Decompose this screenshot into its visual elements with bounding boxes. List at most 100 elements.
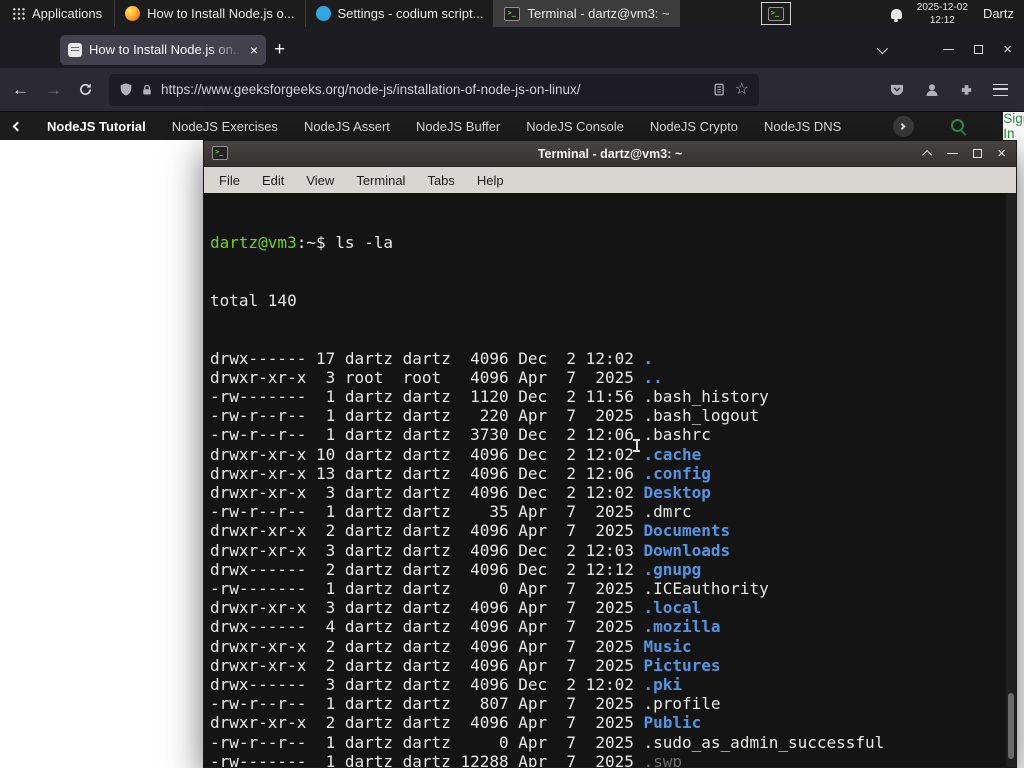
terminal-listing-line: -rw------- 1 dartz dartz 0 Apr 7 2025 .I… xyxy=(210,579,769,599)
terminal-listing-line: -rw------- 1 dartz dartz 1120 Dec 2 11:5… xyxy=(210,387,769,407)
terminal-menu-view[interactable]: View xyxy=(297,170,343,191)
list-all-tabs-icon[interactable] xyxy=(876,42,889,54)
reload-button[interactable] xyxy=(78,82,93,97)
top-panel: Applications How to Install Node.js o...… xyxy=(0,0,1024,27)
terminal-listing-line: drwxr-xr-x 13 dartz dartz 4096 Dec 2 12:… xyxy=(210,463,711,483)
sitenav-item-nodejs-assert[interactable]: NodeJS Assert xyxy=(304,119,390,134)
window-close-button[interactable]: × xyxy=(1003,42,1012,57)
notification-bell-icon[interactable] xyxy=(890,8,902,22)
terminal-menu-file[interactable]: File xyxy=(210,170,249,191)
search-icon[interactable] xyxy=(950,118,967,135)
subnav-scroll-right-button[interactable] xyxy=(893,115,915,137)
terminal-listing-line: -rw-r--r-- 1 dartz dartz 807 Apr 7 2025 … xyxy=(210,694,721,714)
terminal-menu-help[interactable]: Help xyxy=(468,170,513,191)
terminal-listing-line: drwxr-xr-x 3 dartz dartz 4096 Dec 2 12:0… xyxy=(210,540,731,560)
sitenav-item-nodejs-console[interactable]: NodeJS Console xyxy=(526,119,624,134)
panel-right-cluster: 2025-12-02 12:12 Dartz xyxy=(760,0,1024,27)
pocket-icon[interactable] xyxy=(889,82,905,97)
taskbar-item-terminal[interactable]: Terminal - dartz@vm3: ~ xyxy=(494,0,680,27)
terminal-listing-line: drwxr-xr-x 2 dartz dartz 4096 Apr 7 2025… xyxy=(210,713,702,733)
new-tab-button[interactable]: + xyxy=(274,40,285,59)
typed-command: ls -la xyxy=(335,233,394,253)
clock[interactable]: 2025-12-02 12:12 xyxy=(917,1,968,27)
sitenav-item-nodejs-buffer[interactable]: NodeJS Buffer xyxy=(416,119,500,134)
terminal-listing-line: drwx------ 3 dartz dartz 4096 Dec 2 12:0… xyxy=(210,675,683,695)
browser-tab[interactable]: How to Install Node.js on... × xyxy=(60,34,266,65)
tab-favicon-icon xyxy=(68,42,82,57)
forward-button[interactable]: → xyxy=(45,81,62,98)
user-menu[interactable]: Dartz xyxy=(983,6,1014,21)
applications-label: Applications xyxy=(32,6,103,21)
terminal-screen[interactable]: dartz@vm3:~$ ls -la total 140 drwx------… xyxy=(204,193,1016,767)
terminal-listing-line: -rw-r--r-- 1 dartz dartz 0 Apr 7 2025 .s… xyxy=(210,732,885,752)
tab-title: How to Install Node.js on... xyxy=(89,42,243,57)
taskbar-item-label: Terminal - dartz@vm3: ~ xyxy=(527,6,670,21)
sitenav-item-nodejs-tutorial[interactable]: NodeJS Tutorial xyxy=(47,119,146,134)
terminal-window: Terminal - dartz@vm3: ~ × File Edit View… xyxy=(203,140,1017,768)
applications-menu[interactable]: Applications xyxy=(0,0,114,27)
subnav-back-chevron-icon[interactable] xyxy=(12,121,23,131)
terminal-listing-line: drwxr-xr-x 2 dartz dartz 4096 Apr 7 2025… xyxy=(210,636,692,656)
extensions-icon[interactable] xyxy=(959,82,974,97)
terminal-window-controls: × xyxy=(922,141,1006,166)
applications-grid-icon xyxy=(12,7,25,20)
terminal-listing-line: drwx------ 4 dartz dartz 4096 Apr 7 2025… xyxy=(210,617,721,637)
reader-mode-icon[interactable] xyxy=(713,82,727,97)
sitenav-item-nodejs-dns[interactable]: NodeJS DNS xyxy=(764,119,841,134)
taskbar-item-label: How to Install Node.js o... xyxy=(147,6,295,21)
taskbar-item-codium[interactable]: Settings - codium script... xyxy=(306,0,494,27)
url-text[interactable]: https://www.geeksforgeeks.org/node-js/in… xyxy=(161,82,705,97)
terminal-maximize-button[interactable] xyxy=(973,149,983,158)
terminal-listing-line: drwxr-xr-x 3 dartz dartz 4096 Apr 7 2025… xyxy=(210,598,702,618)
terminal-icon xyxy=(767,6,784,21)
tab-bar: How to Install Node.js on... × + × xyxy=(0,27,1024,68)
terminal-total-line: total 140 xyxy=(210,291,297,311)
terminal-scrollbar[interactable] xyxy=(1006,193,1016,767)
terminal-title: Terminal - dartz@vm3: ~ xyxy=(537,147,683,161)
codium-icon xyxy=(315,6,331,21)
terminal-menu-terminal[interactable]: Terminal xyxy=(347,170,414,191)
terminal-icon xyxy=(504,6,521,21)
clock-date: 2025-12-02 xyxy=(916,1,968,13)
terminal-close-button[interactable]: × xyxy=(997,146,1006,161)
terminal-menu-edit[interactable]: Edit xyxy=(253,170,293,191)
terminal-listing-line: -rw-r--r-- 1 dartz dartz 220 Apr 7 2025 … xyxy=(210,406,760,426)
reload-icon xyxy=(80,83,92,95)
sitenav-item-nodejs-exercises[interactable]: NodeJS Exercises xyxy=(172,119,278,134)
window-maximize-button[interactable] xyxy=(974,45,984,54)
lock-icon[interactable] xyxy=(141,83,153,97)
terminal-listing-line: drwxr-xr-x 3 dartz dartz 4096 Dec 2 12:0… xyxy=(210,483,711,503)
prompt-user-host: dartz@vm3 xyxy=(210,233,297,253)
terminal-listing-line: drwx------ 2 dartz dartz 4096 Dec 2 12:1… xyxy=(210,559,702,579)
account-icon[interactable] xyxy=(924,82,940,98)
terminal-listing: drwx------ 17 dartz dartz 4096 Dec 2 12:… xyxy=(210,349,1004,767)
window-minimize-button[interactable] xyxy=(943,48,955,51)
tray-terminal-button[interactable] xyxy=(760,2,791,25)
taskbar-item-label: Settings - codium script... xyxy=(337,6,484,21)
navigation-toolbar: ← → https://www.geeksforgeeks.org/node-j… xyxy=(0,68,1024,112)
sign-in-button[interactable]: Sign In xyxy=(1003,111,1024,141)
firefox-icon xyxy=(125,6,141,21)
toolbar-icons xyxy=(889,82,1012,98)
terminal-scrollbar-thumb[interactable] xyxy=(1008,693,1014,759)
terminal-menubar: File Edit View Terminal Tabs Help xyxy=(204,167,1016,193)
menu-hamburger-icon[interactable] xyxy=(993,83,1008,96)
url-bar[interactable]: https://www.geeksforgeeks.org/node-js/in… xyxy=(109,73,759,106)
terminal-listing-line: drwxr-xr-x 3 root root 4096 Apr 7 2025 .… xyxy=(210,367,663,387)
desktop: Applications How to Install Node.js o...… xyxy=(0,0,1024,768)
taskbar-item-firefox[interactable]: How to Install Node.js o... xyxy=(115,0,304,27)
terminal-minimize-button[interactable] xyxy=(947,152,959,155)
terminal-listing-line: drwxr-xr-x 10 dartz dartz 4096 Dec 2 12:… xyxy=(210,444,702,464)
tracking-shield-icon[interactable] xyxy=(119,82,133,97)
tab-close-icon[interactable]: × xyxy=(250,43,258,57)
text-cursor-icon xyxy=(633,439,640,452)
terminal-listing-line: -rw-r--r-- 1 dartz dartz 35 Apr 7 2025 .… xyxy=(210,502,692,522)
terminal-menu-tabs[interactable]: Tabs xyxy=(418,170,463,191)
prompt-suffix: :~$ xyxy=(296,233,336,253)
terminal-titlebar[interactable]: Terminal - dartz@vm3: ~ × xyxy=(204,141,1016,167)
terminal-listing-line: drwxr-xr-x 2 dartz dartz 4096 Apr 7 2025… xyxy=(210,655,721,675)
terminal-listing-line: drwxr-xr-x 2 dartz dartz 4096 Apr 7 2025… xyxy=(210,521,731,541)
sitenav-item-nodejs-crypto[interactable]: NodeJS Crypto xyxy=(650,119,738,134)
bookmark-star-icon[interactable]: ☆ xyxy=(735,81,749,98)
back-button[interactable]: ← xyxy=(12,81,29,98)
